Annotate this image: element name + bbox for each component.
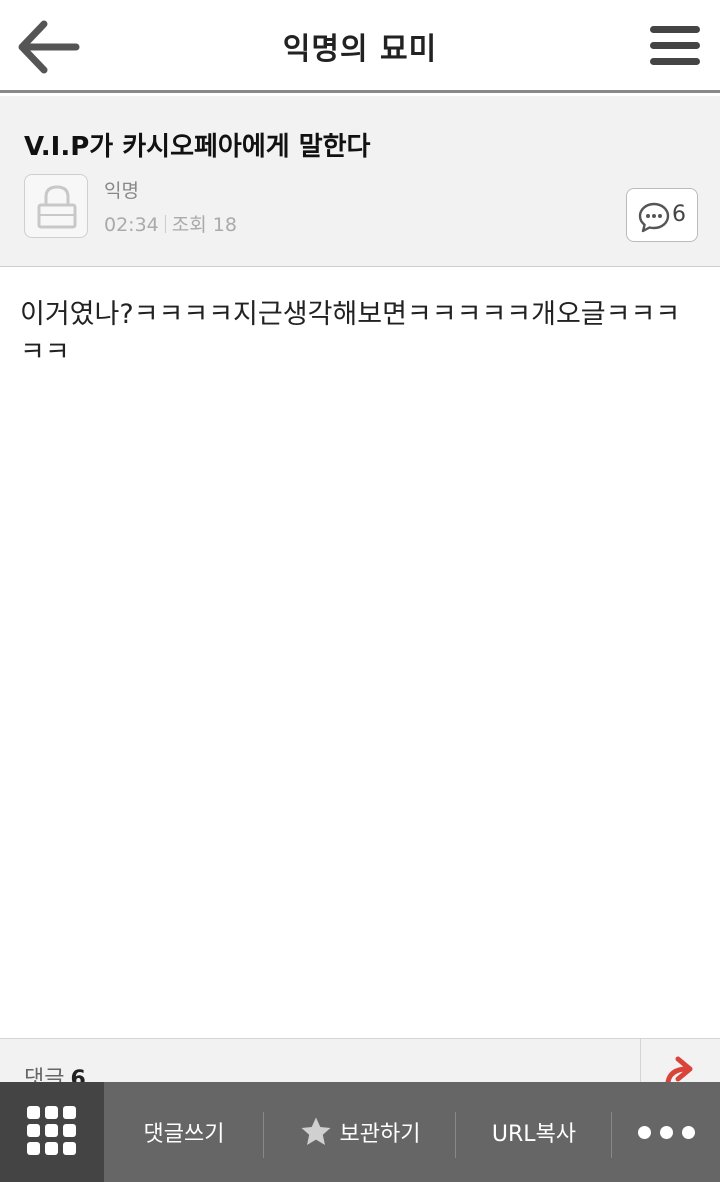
comment-bar[interactable]: 댓글 6 — [0, 1038, 720, 1084]
post-header: V.I.P가 카시오페아에게 말한다 익명 02:34 조회 18 6 — [0, 96, 720, 267]
page-title: 익명의 묘미 — [282, 32, 438, 67]
menu-button[interactable] — [648, 22, 704, 70]
views-count: 18 — [212, 214, 237, 236]
grid-icon — [27, 1106, 76, 1155]
share-arrow-icon — [665, 1056, 693, 1084]
copy-url-button[interactable]: URL복사 — [456, 1082, 612, 1182]
grid-menu-button[interactable] — [0, 1082, 104, 1182]
more-dots-icon — [637, 1125, 695, 1139]
comment-count: 6 — [672, 202, 686, 227]
meta-divider — [164, 215, 166, 233]
save-button[interactable]: 보관하기 — [264, 1082, 456, 1182]
post-body: 이거였나?ㅋㅋㅋㅋ지근생각해보면ㅋㅋㅋㅋㅋ개오글ㅋㅋㅋㅋㅋ — [20, 299, 681, 368]
hamburger-menu-icon — [650, 26, 700, 65]
views-label: 조회 — [171, 214, 207, 236]
avatar — [24, 174, 88, 238]
lock-icon — [37, 185, 77, 229]
copy-url-label: URL복사 — [491, 1122, 577, 1147]
comment-bar-label: 댓글 6 — [24, 1061, 86, 1084]
write-comment-button[interactable]: 댓글쓰기 — [104, 1082, 264, 1182]
more-button[interactable] — [612, 1082, 720, 1182]
comment-bar-divider — [640, 1039, 641, 1084]
comment-count-button[interactable]: 6 — [626, 188, 698, 242]
post-title: V.I.P가 카시오페아에게 말한다 — [24, 132, 371, 162]
star-icon — [301, 1117, 331, 1145]
post-time: 02:34 — [104, 214, 159, 236]
write-comment-label: 댓글쓰기 — [143, 1122, 225, 1147]
save-label: 보관하기 — [339, 1122, 421, 1147]
post-meta: 02:34 조회 18 — [104, 210, 237, 237]
share-button[interactable] — [656, 1053, 706, 1084]
app-header: 익명의 묘미 — [0, 0, 720, 93]
speech-bubble-icon — [638, 202, 670, 233]
author-name: 익명 — [104, 180, 139, 202]
bottom-toolbar: 댓글쓰기 보관하기 URL복사 — [0, 1082, 720, 1182]
